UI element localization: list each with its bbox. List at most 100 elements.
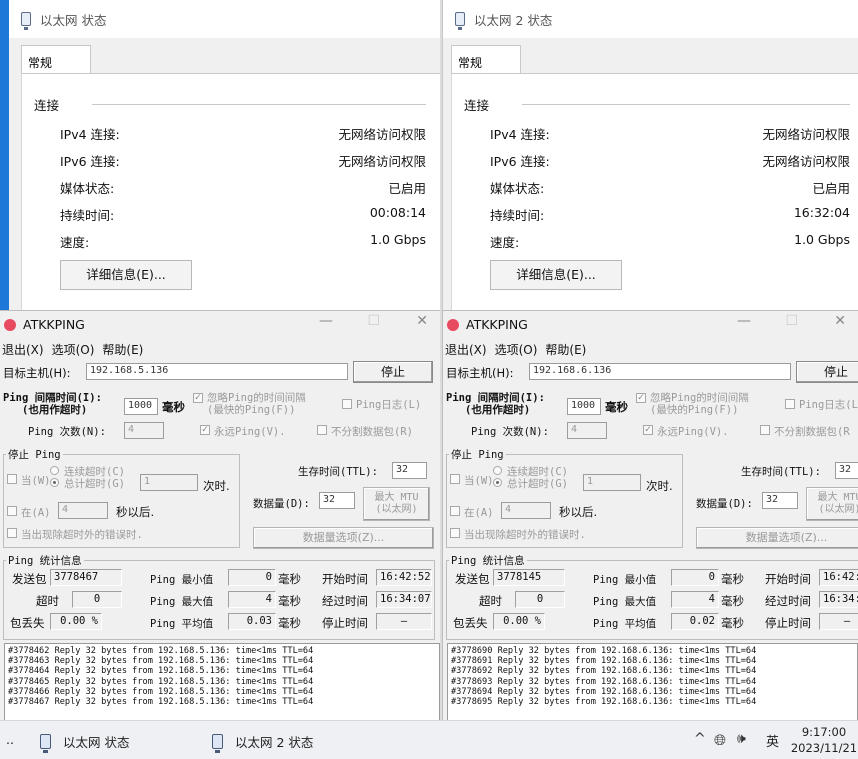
- network-globe-icon[interactable]: 🌐︎: [714, 731, 726, 749]
- start-time-value: 16:42:52: [376, 569, 432, 586]
- clock[interactable]: 9:17:00 2023/11/21: [790, 724, 858, 756]
- forever-checkbox[interactable]: ✓: [200, 425, 210, 435]
- minimize-icon[interactable]: —: [737, 313, 751, 329]
- data-size-input[interactable]: 32: [319, 492, 355, 509]
- max-mtu-label: 最大 MTU: [374, 492, 419, 503]
- ttl-input[interactable]: 32: [392, 462, 427, 479]
- menu-exit[interactable]: 退出(X): [2, 341, 44, 358]
- menu-options[interactable]: 选项(O): [52, 341, 95, 358]
- log-line: #3778693 Reply 32 bytes from 192.168.6.1…: [451, 676, 757, 687]
- start-time-label: 开始时间: [322, 572, 368, 586]
- duration-label: 持续时间:: [60, 208, 115, 223]
- at-label: 在(A): [21, 507, 51, 519]
- ping-log-checkbox[interactable]: [785, 399, 795, 409]
- window-title: 以太网 2 状态: [474, 12, 553, 28]
- taskbar-item-ethernet[interactable]: 以太网 状态: [40, 732, 129, 753]
- menu-help[interactable]: 帮助(E): [102, 341, 143, 358]
- data-options-button[interactable]: 数据量选项(Z)...: [253, 527, 434, 549]
- total-timeout-radio[interactable]: [493, 478, 502, 487]
- taskbar-item-ethernet-2[interactable]: 以太网 2 状态: [212, 732, 313, 753]
- no-fragment-checkbox[interactable]: [317, 425, 327, 435]
- show-hidden-icons-chevron[interactable]: ^: [694, 731, 706, 747]
- timeout-label: 超时: [479, 594, 502, 608]
- menu-help[interactable]: 帮助(E): [545, 341, 586, 358]
- interval-input[interactable]: 1000: [124, 398, 158, 415]
- ignore-interval-checkbox[interactable]: ✓: [193, 393, 203, 403]
- window-titlebar[interactable]: 以太网 状态: [9, 0, 440, 38]
- data-size-input[interactable]: 32: [762, 492, 798, 509]
- at-checkbox[interactable]: [450, 506, 460, 516]
- media-state-value: 已启用: [388, 181, 426, 196]
- menu-options[interactable]: 选项(O): [495, 341, 538, 358]
- target-host-input[interactable]: 192.168.6.136: [529, 363, 791, 380]
- error-checkbox[interactable]: [7, 528, 17, 538]
- stop-button[interactable]: 停止: [353, 361, 433, 383]
- error-checkbox[interactable]: [450, 528, 460, 538]
- ping-log[interactable]: #3778690 Reply 32 bytes from 192.168.6.1…: [447, 643, 858, 720]
- tab-general[interactable]: 常规: [21, 45, 91, 75]
- network-adapter-icon: [21, 12, 31, 30]
- close-icon[interactable]: ✕: [834, 313, 846, 329]
- speed-row: 速度: 1.0 Gbps: [60, 232, 426, 252]
- max-mtu-button[interactable]: 最大 MTU (以太网): [806, 487, 858, 521]
- ms-unit-min: 毫秒: [721, 572, 744, 586]
- elapsed-time-label: 经过时间: [322, 594, 368, 608]
- ipv6-label: IPv6 连接:: [490, 154, 550, 169]
- target-host-input[interactable]: 192.168.5.136: [86, 363, 348, 380]
- consecutive-timeout-radio[interactable]: [493, 466, 502, 475]
- tab-general[interactable]: 常规: [451, 45, 521, 75]
- ms-unit-avg: 毫秒: [721, 616, 744, 630]
- close-icon[interactable]: ✕: [416, 313, 428, 329]
- no-fragment-checkbox[interactable]: [760, 425, 770, 435]
- total-timeout-radio[interactable]: [50, 478, 59, 487]
- log-line: #3778691 Reply 32 bytes from 192.168.6.1…: [451, 656, 757, 667]
- atkkping-window: ATKKPING — ☐ ✕ 退出(X) 选项(O) 帮助(E) 目标主机(H)…: [442, 310, 858, 720]
- speaker-icon[interactable]: 🕪︎: [737, 731, 746, 747]
- window-titlebar[interactable]: ATKKPING — ☐ ✕: [443, 311, 858, 338]
- at-seconds-input[interactable]: 4: [501, 502, 551, 519]
- window-titlebar[interactable]: ATKKPING — ☐ ✕: [0, 311, 440, 338]
- timeout-count-input[interactable]: 1: [140, 474, 198, 491]
- app-icon: [4, 318, 16, 331]
- maximize-icon[interactable]: ☐: [785, 313, 798, 329]
- details-button[interactable]: 详细信息(E)...: [490, 260, 622, 290]
- clock-time: 9:17:00: [801, 725, 847, 739]
- ttl-input[interactable]: 32: [835, 462, 858, 479]
- ignore-interval-checkbox[interactable]: ✓: [636, 393, 646, 403]
- ime-indicator[interactable]: 英: [766, 731, 779, 750]
- ttl-label: 生存时间(TTL):: [741, 466, 821, 478]
- stop-time-value: —: [376, 613, 432, 630]
- stop-button[interactable]: 停止: [796, 361, 858, 383]
- details-button[interactable]: 详细信息(E)...: [60, 260, 192, 290]
- count-input[interactable]: 4: [567, 422, 607, 439]
- at-checkbox[interactable]: [7, 506, 17, 516]
- count-input[interactable]: 4: [124, 422, 164, 439]
- minimize-icon[interactable]: —: [319, 313, 333, 329]
- target-host-label: 目标主机(H):: [3, 366, 71, 380]
- ping-log[interactable]: #3778462 Reply 32 bytes from 192.168.5.1…: [4, 643, 440, 720]
- media-state-row: 媒体状态: 已启用: [490, 178, 850, 198]
- ping-log-checkbox[interactable]: [342, 399, 352, 409]
- when-checkbox[interactable]: [450, 474, 460, 484]
- timeout-count-input[interactable]: 1: [583, 474, 641, 491]
- seconds-label: 秒以后.: [116, 505, 155, 519]
- ms-unit-max: 毫秒: [278, 594, 301, 608]
- when-checkbox[interactable]: [7, 474, 17, 484]
- maximize-icon[interactable]: ☐: [367, 313, 380, 329]
- forever-checkbox[interactable]: ✓: [643, 425, 653, 435]
- interval-input[interactable]: 1000: [567, 398, 601, 415]
- taskbar-overflow[interactable]: ..: [6, 732, 14, 747]
- data-options-button[interactable]: 数据量选项(Z)...: [696, 527, 858, 549]
- connection-group-label: 连接: [34, 98, 60, 113]
- at-seconds-input[interactable]: 4: [58, 502, 108, 519]
- start-time-value: 16:42:4: [819, 569, 858, 586]
- loss-value: 0.00 %: [493, 613, 545, 630]
- window-titlebar[interactable]: 以太网 2 状态: [443, 0, 858, 38]
- speed-value: 1.0 Gbps: [370, 232, 426, 247]
- window-title: ATKKPING: [466, 317, 528, 332]
- consecutive-timeout-radio[interactable]: [50, 466, 59, 475]
- count-label: Ping 次数(N):: [28, 426, 106, 438]
- max-mtu-sublabel: (以太网): [375, 504, 418, 515]
- menu-exit[interactable]: 退出(X): [445, 341, 487, 358]
- max-mtu-button[interactable]: 最大 MTU (以太网): [363, 487, 430, 521]
